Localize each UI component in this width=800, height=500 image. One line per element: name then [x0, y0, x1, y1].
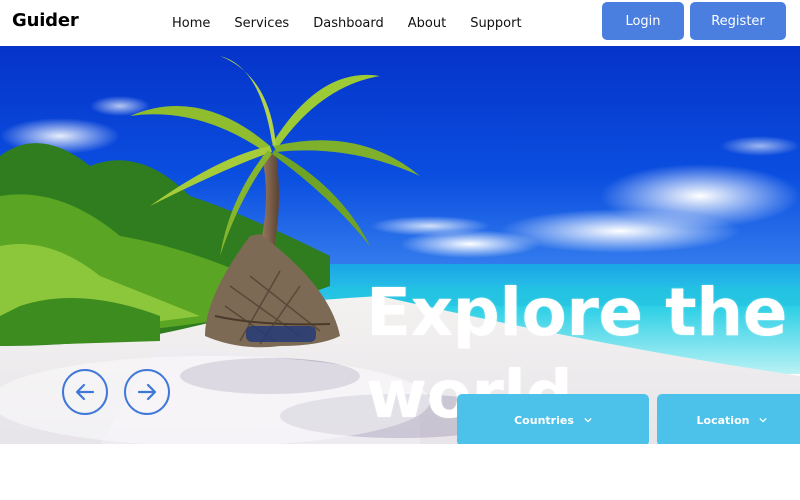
- hero-banner: Explore the world Countries Location: [0, 46, 800, 444]
- carousel-next-button[interactable]: [124, 369, 170, 415]
- top-navbar: Guider Home Services Dashboard About Sup…: [0, 0, 800, 46]
- location-dropdown-label: Location: [696, 413, 750, 427]
- register-button[interactable]: Register: [690, 2, 786, 40]
- countries-dropdown[interactable]: Countries: [457, 394, 649, 444]
- main-nav: Home Services Dashboard About Support: [160, 0, 546, 46]
- nav-item-services[interactable]: Services: [234, 16, 289, 31]
- arrow-left-icon: [75, 383, 95, 401]
- brand-logo[interactable]: Guider: [12, 10, 79, 31]
- countries-dropdown-label: Countries: [514, 413, 574, 427]
- arrow-right-icon: [137, 383, 157, 401]
- carousel-prev-button[interactable]: [62, 369, 108, 415]
- page-content-area: [0, 444, 800, 500]
- login-button[interactable]: Login: [602, 2, 684, 40]
- chevron-down-icon: [759, 417, 768, 423]
- hero-title-line-1: Explore the: [366, 274, 787, 351]
- nav-item-home[interactable]: Home: [172, 16, 210, 31]
- location-dropdown[interactable]: Location: [657, 394, 800, 444]
- nav-item-support[interactable]: Support: [470, 16, 521, 31]
- nav-item-dashboard[interactable]: Dashboard: [313, 16, 384, 31]
- nav-item-about[interactable]: About: [408, 16, 446, 31]
- chevron-down-icon: [584, 417, 592, 423]
